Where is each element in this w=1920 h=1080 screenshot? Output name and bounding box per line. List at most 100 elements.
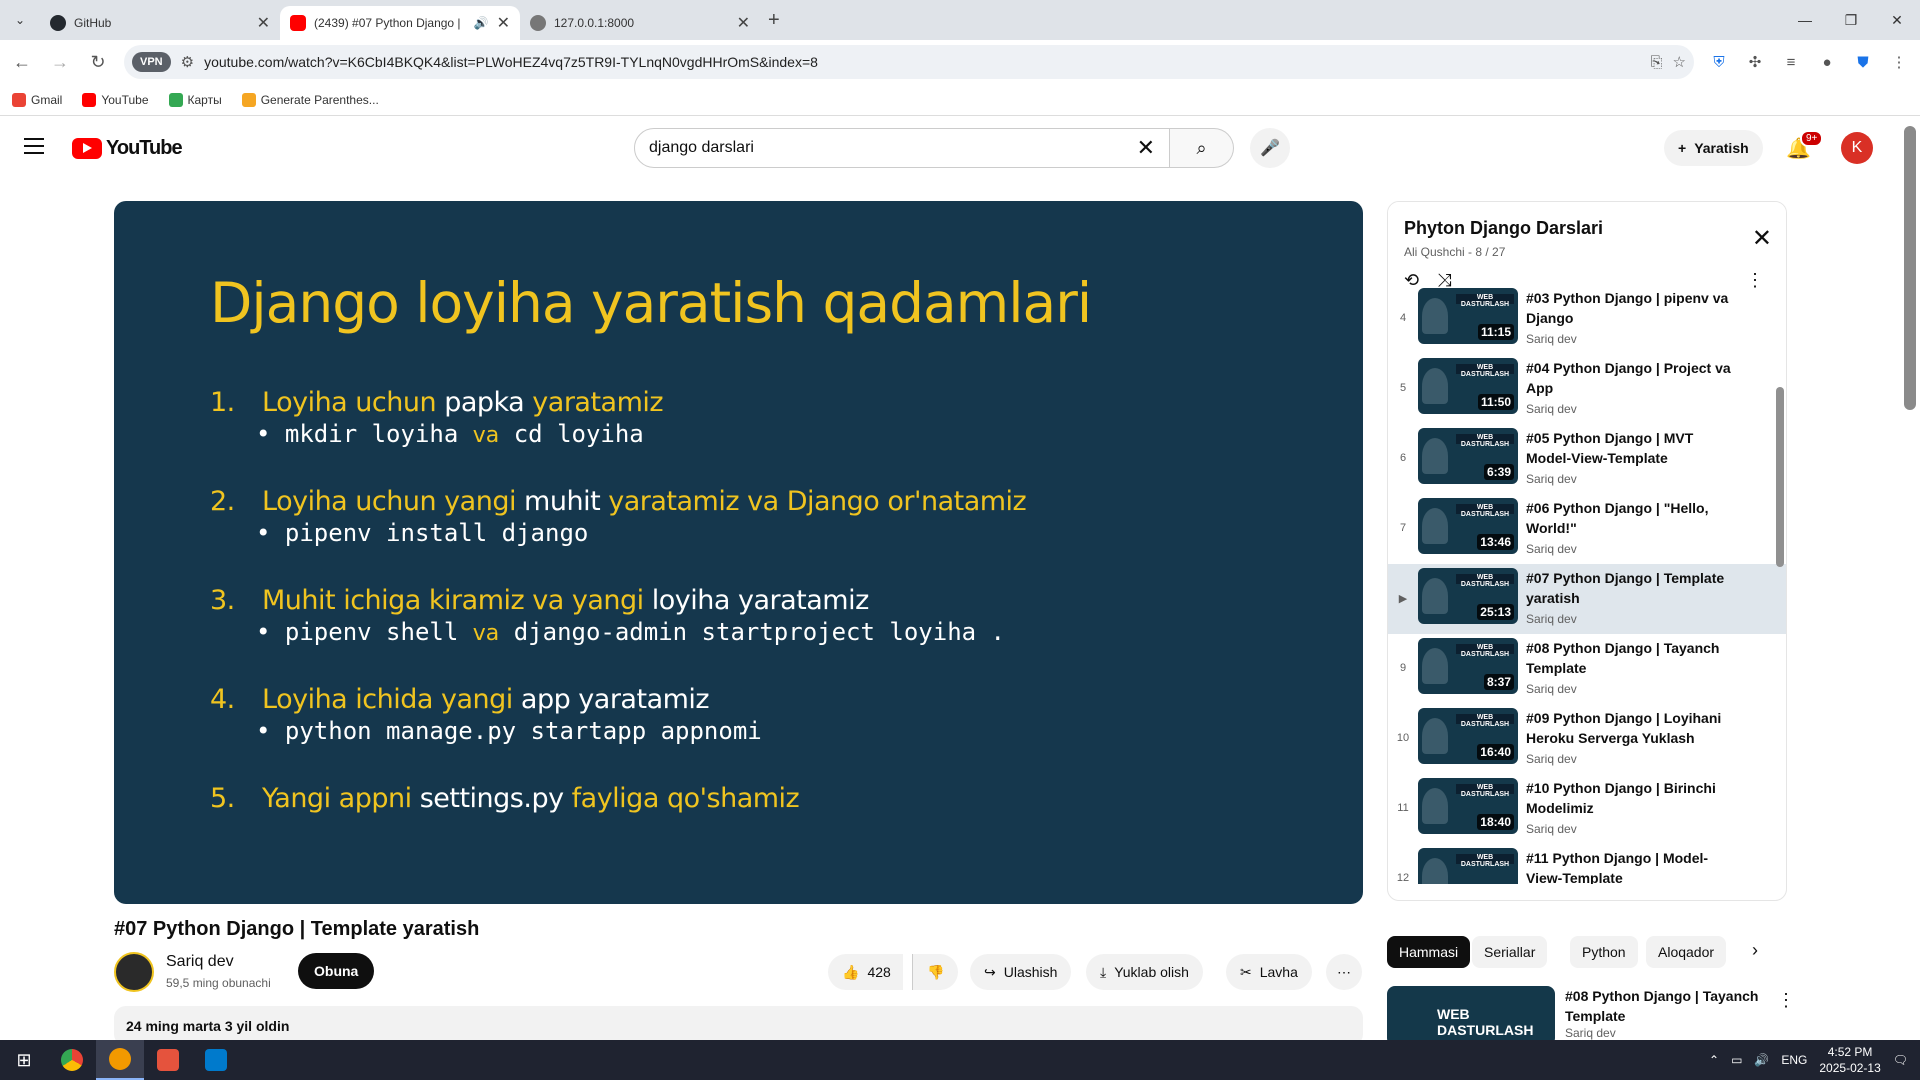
playlist-item[interactable]: 12 WEB DASTURLASH 16:01 #11 Python Djang… [1388, 844, 1786, 884]
page-scrollbar[interactable] [1904, 126, 1916, 410]
close-icon[interactable]: ✕ [497, 13, 510, 33]
video-thumbnail[interactable]: WEB DASTURLASH 13:46 [1418, 498, 1518, 554]
security-extension-icon[interactable]: ⛊ [1852, 54, 1874, 71]
account-avatar[interactable]: K [1841, 132, 1873, 164]
video-thumbnail[interactable]: WEB DASTURLASH 11:15 [1418, 288, 1518, 344]
playlist-item-title[interactable]: #11 Python Django | Model-View-Template [1526, 848, 1736, 884]
like-button[interactable]: 👍 428 [828, 954, 903, 990]
chevron-up-icon[interactable]: ⌃ [1709, 1053, 1719, 1067]
notification-center-icon[interactable]: 🗨 [1893, 1053, 1908, 1067]
video-thumbnail[interactable]: WEB DASTURLASH 6:39 [1418, 428, 1518, 484]
channel-avatar[interactable] [114, 952, 154, 992]
chip-python[interactable]: Python [1570, 936, 1638, 968]
search-value[interactable]: django darslari [649, 139, 754, 157]
close-icon[interactable]: ✕ [257, 13, 270, 33]
close-icon[interactable]: ✕ [1752, 224, 1772, 253]
channel-name[interactable]: Sariq dev [166, 953, 234, 971]
recommended-video[interactable]: WEB DASTURLASH #08 Python Django | Tayan… [1387, 986, 1795, 1046]
browser-menu-icon[interactable]: ⋮ [1888, 53, 1910, 71]
voice-search-button[interactable]: 🎤 [1250, 128, 1290, 168]
taskbar-chrome[interactable] [48, 1040, 96, 1080]
playlist-item[interactable]: 7 WEB DASTURLASH 13:46 #06 Python Django… [1388, 494, 1786, 564]
address-bar[interactable]: VPN ⚙ youtube.com/watch?v=K6CbI4BKQK4&li… [124, 45, 1694, 79]
dislike-button[interactable]: 👎 [912, 954, 959, 990]
chip-series[interactable]: Seriallar [1472, 936, 1548, 968]
playlist-item-title[interactable]: #06 Python Django | "Hello, World!" [1526, 498, 1736, 538]
playlist-item[interactable]: 9 WEB DASTURLASH 8:37 #08 Python Django … [1388, 634, 1786, 704]
close-icon[interactable]: ✕ [737, 13, 750, 33]
playlist-item[interactable]: 5 WEB DASTURLASH 11:50 #04 Python Django… [1388, 354, 1786, 424]
video-player[interactable]: Django loyiha yaratish qadamlari 1. Loyih… [114, 201, 1363, 904]
subscribe-button[interactable]: Obuna [298, 953, 375, 989]
search-input[interactable]: django darslari ✕ [634, 128, 1170, 168]
playlist-item-title[interactable]: #10 Python Django | Birinchi Modelimiz [1526, 778, 1736, 818]
more-actions-button[interactable]: ⋯ [1326, 954, 1362, 990]
video-thumbnail[interactable]: WEB DASTURLASH 16:40 [1418, 708, 1518, 764]
video-thumbnail[interactable]: WEB DASTURLASH 8:37 [1418, 638, 1518, 694]
playlist-scrollbar[interactable] [1776, 387, 1784, 567]
tab-youtube[interactable]: (2439) #07 Python Django | 🔊 ✕ [280, 6, 520, 40]
minimize-button[interactable]: — [1782, 0, 1828, 40]
youtube-logo[interactable]: YouTube [72, 137, 183, 160]
close-window-button[interactable]: ✕ [1874, 0, 1920, 40]
recommended-title[interactable]: #08 Python Django | Tayanch Template [1565, 986, 1765, 1026]
install-app-icon[interactable]: ⎘ [1651, 54, 1663, 71]
taskbar-git[interactable] [144, 1040, 192, 1080]
more-icon[interactable]: ⋮ [1777, 990, 1795, 1011]
back-button[interactable]: ← [10, 52, 34, 73]
bookmark-maps[interactable]: Карты [168, 92, 222, 107]
chip-all[interactable]: Hammasi [1387, 936, 1471, 968]
download-button[interactable]: ⤓ Yuklab olish [1086, 954, 1203, 990]
taskbar-browser[interactable] [96, 1040, 144, 1080]
restore-button[interactable]: ❐ [1828, 0, 1874, 40]
playlist-title[interactable]: Phyton Django Darslari [1404, 218, 1770, 239]
clear-search-icon[interactable]: ✕ [1137, 135, 1155, 161]
bookmark-star-icon[interactable]: ☆ [1673, 53, 1686, 71]
windows-start-icon[interactable]: ⊞ [0, 1050, 48, 1071]
create-button[interactable]: + Yaratish [1664, 130, 1763, 166]
extensions-icon[interactable]: ✣ [1744, 53, 1766, 71]
tab-search-button[interactable]: ⌄ [6, 6, 34, 34]
url-text[interactable]: youtube.com/watch?v=K6CbI4BKQK4&list=PLW… [204, 54, 1640, 70]
chevron-right-icon[interactable]: › [1752, 940, 1758, 961]
bookmark-gmail[interactable]: Gmail [12, 92, 62, 107]
video-thumbnail[interactable]: WEB DASTURLASH 11:50 [1418, 358, 1518, 414]
site-info-icon[interactable]: ⚙ [181, 53, 194, 71]
playlist-item-title[interactable]: #05 Python Django | MVT Model-View-Templ… [1526, 428, 1736, 468]
playlist-item[interactable]: 6 WEB DASTURLASH 6:39 #05 Python Django … [1388, 424, 1786, 494]
playlist-item[interactable]: ▶ WEB DASTURLASH 25:13 #07 Python Django… [1388, 564, 1786, 634]
language-indicator[interactable]: ENG [1781, 1053, 1807, 1067]
playlist-item-title[interactable]: #03 Python Django | pipenv va Django [1526, 288, 1736, 328]
taskbar-vscode[interactable] [192, 1040, 240, 1080]
video-thumbnail[interactable]: WEB DASTURLASH [1387, 986, 1555, 1046]
clock[interactable]: 4:52 PM 2025-02-13 [1819, 1044, 1880, 1076]
playlist-item[interactable]: 4 WEB DASTURLASH 11:15 #03 Python Django… [1388, 284, 1786, 354]
network-icon[interactable]: ▭ [1731, 1053, 1742, 1067]
playlist-item-title[interactable]: #08 Python Django | Tayanch Template [1526, 638, 1736, 678]
speaker-icon[interactable]: 🔊 [474, 16, 489, 30]
playlist-item-title[interactable]: #09 Python Django | Loyihani Heroku Serv… [1526, 708, 1736, 748]
extension-shield-icon[interactable]: ⛨ [1708, 54, 1730, 71]
video-thumbnail[interactable]: WEB DASTURLASH 18:40 [1418, 778, 1518, 834]
share-button[interactable]: ↪ Ulashish [970, 954, 1072, 990]
search-button[interactable]: ⌕ [1170, 128, 1234, 168]
clip-button[interactable]: ✂ Lavha [1226, 954, 1312, 990]
profile-icon[interactable]: ● [1816, 54, 1838, 71]
playlist-item-title[interactable]: #07 Python Django | Template yaratish [1526, 568, 1736, 608]
new-tab-button[interactable]: + [768, 9, 780, 32]
hamburger-menu-icon[interactable] [24, 138, 44, 159]
playlist-item-title[interactable]: #04 Python Django | Project va App [1526, 358, 1736, 398]
vpn-badge[interactable]: VPN [132, 52, 171, 72]
volume-icon[interactable]: 🔊 [1754, 1053, 1769, 1067]
chip-related[interactable]: Aloqador [1646, 936, 1727, 968]
video-thumbnail[interactable]: WEB DASTURLASH 16:01 [1418, 848, 1518, 884]
media-control-icon[interactable]: ≡ [1780, 54, 1802, 71]
reload-button[interactable]: ↻ [86, 52, 110, 73]
playlist-item[interactable]: 10 WEB DASTURLASH 16:40 #09 Python Djang… [1388, 704, 1786, 774]
video-thumbnail[interactable]: WEB DASTURLASH 25:13 [1418, 568, 1518, 624]
bookmark-generate-parentheses[interactable]: Generate Parenthes... [241, 92, 379, 107]
bookmark-youtube[interactable]: YouTube [82, 92, 149, 107]
playlist-item[interactable]: 11 WEB DASTURLASH 18:40 #10 Python Djang… [1388, 774, 1786, 844]
tab-localhost[interactable]: 127.0.0.1:8000 ✕ [520, 6, 760, 40]
tab-github[interactable]: GitHub ✕ [40, 6, 280, 40]
